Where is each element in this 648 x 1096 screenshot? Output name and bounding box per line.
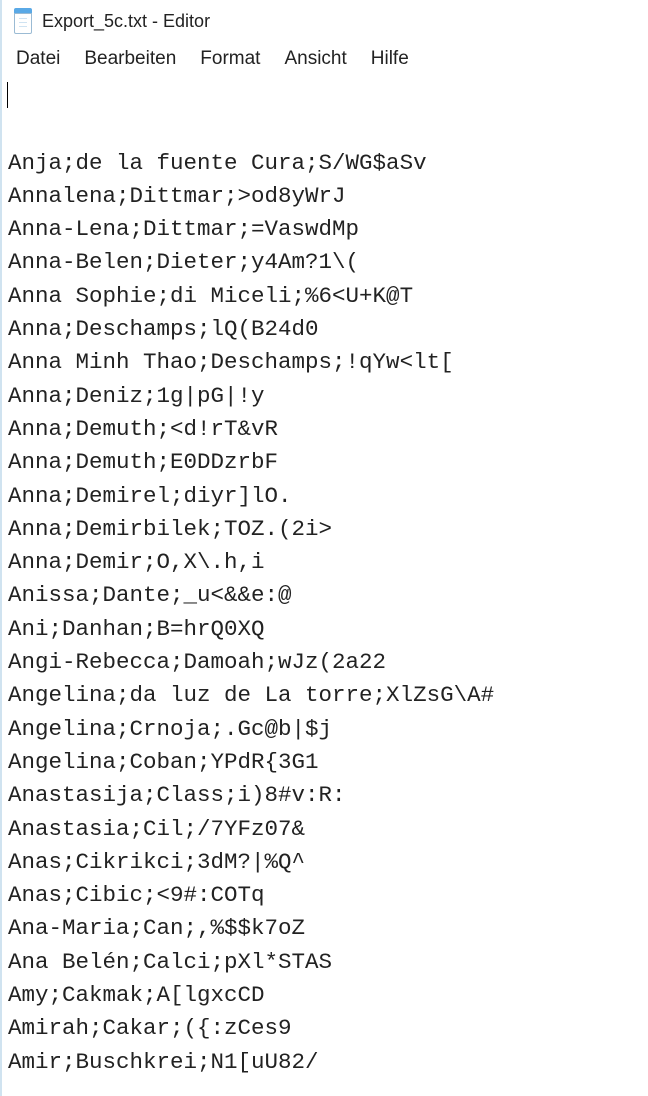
menubar: Datei Bearbeiten Format Ansicht Hilfe bbox=[2, 40, 648, 80]
titlebar: Export_5c.txt - Editor bbox=[2, 0, 648, 40]
menu-ansicht[interactable]: Ansicht bbox=[284, 48, 346, 70]
text-content[interactable]: Anja;de la fuente Cura;S/WG$aSv Annalena… bbox=[2, 80, 648, 1079]
menu-datei[interactable]: Datei bbox=[16, 48, 60, 70]
menu-hilfe[interactable]: Hilfe bbox=[371, 48, 409, 70]
notepad-icon bbox=[12, 8, 34, 34]
text-cursor bbox=[7, 82, 8, 108]
menu-format[interactable]: Format bbox=[200, 48, 260, 70]
window-title: Export_5c.txt - Editor bbox=[42, 11, 210, 32]
menu-bearbeiten[interactable]: Bearbeiten bbox=[84, 48, 176, 70]
